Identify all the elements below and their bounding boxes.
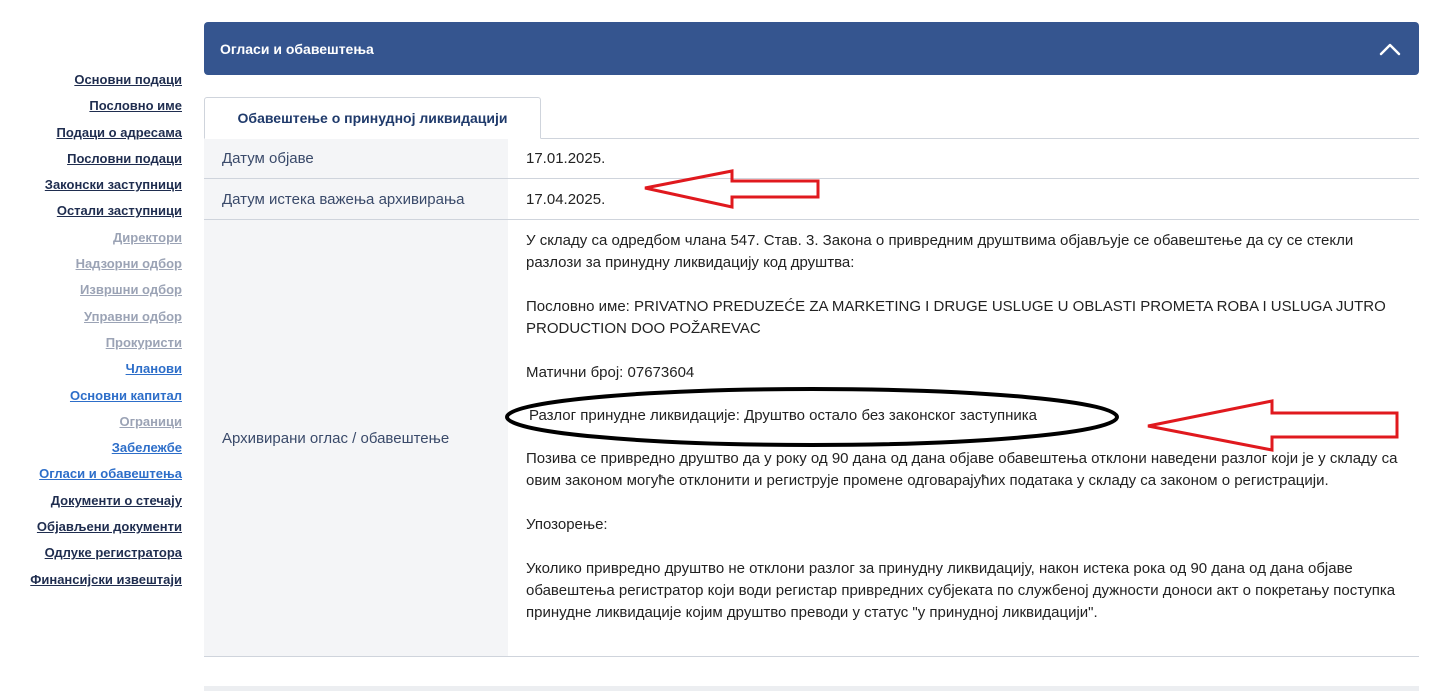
sidebar-item-12[interactable]: Основни капитал [30,386,182,412]
notice-registration-number: Матични број: 07673604 [526,364,695,381]
sidebar-item-6[interactable]: Директори [30,228,182,254]
sidebar-item-19[interactable]: Финансијски извештаји [30,570,182,596]
archive-expiry-label: Датум истека важења архивирања [204,179,508,219]
sidebar-item-18[interactable]: Одлуке регистратора [30,543,182,569]
sidebar-item-3[interactable]: Пословни подаци [30,149,182,175]
next-section-bar [204,686,1419,691]
sidebar-item-7[interactable]: Надзорни одбор [30,254,182,280]
sidebar-item-10[interactable]: Прокуристи [30,333,182,359]
panel-header[interactable]: Огласи и обавештења [204,22,1419,75]
sidebar-item-2[interactable]: Подаци о адресама [30,123,182,149]
sidebar-item-0[interactable]: Основни подаци [30,70,182,96]
notice-liquidation-reason: Разлог принудне ликвидације: Друштво ост… [529,407,1037,424]
sidebar-item-17[interactable]: Објављени документи [30,517,182,543]
notice-business-name: Пословно име: PRIVATNO PREDUZEĆE ZA MARK… [526,298,1386,337]
table-row: Датум објаве 17.01.2025. [204,139,1419,179]
sidebar-item-11[interactable]: Чланови [30,359,182,385]
chevron-up-icon[interactable] [1377,36,1403,62]
sidebar-item-14[interactable]: Забележбе [30,438,182,464]
sidebar-item-15[interactable]: Огласи и обавештења [30,464,182,490]
publish-date-value: 17.01.2025. [526,150,606,167]
sidebar-item-5[interactable]: Остали заступници [30,201,182,227]
notice-warning-text: Уколико привредно друштво не отклони раз… [526,560,1396,621]
notice-warning-heading: Упозорење: [526,516,608,533]
details-table: Датум објаве 17.01.2025. Датум истека ва… [204,139,1419,657]
sidebar-item-8[interactable]: Извршни одбор [30,280,182,306]
publish-date-label: Датум објаве [204,139,508,178]
table-row: Датум истека важења архивирања 17.04.202… [204,179,1419,220]
sidebar-item-1[interactable]: Пословно име [30,96,182,122]
archive-expiry-value: 17.04.2025. [526,190,606,208]
tab-forced-liquidation-notice[interactable]: Обавештење о принудној ликвидацији [204,97,541,139]
panel-title: Огласи и обавештења [220,40,374,57]
sidebar-item-13[interactable]: Ограници [30,412,182,438]
archived-notice-label: Архивирани оглас / обавештење [204,220,508,656]
sidebar-nav: Основни подаци Пословно име Подаци о адрес… [30,70,182,596]
archived-notice-text: У складу са одредбом члана 547. Став. 3.… [508,220,1419,656]
sidebar-item-16[interactable]: Документи о стечају [30,491,182,517]
notice-call-to-action: Позива се привредно друштво да у року од… [526,450,1398,489]
sidebar-item-9[interactable]: Управни одбор [30,307,182,333]
sidebar-item-4[interactable]: Законски заступници [30,175,182,201]
table-row: Архивирани оглас / обавештење У складу с… [204,220,1419,657]
notice-intro: У складу са одредбом члана 547. Став. 3.… [526,232,1354,271]
